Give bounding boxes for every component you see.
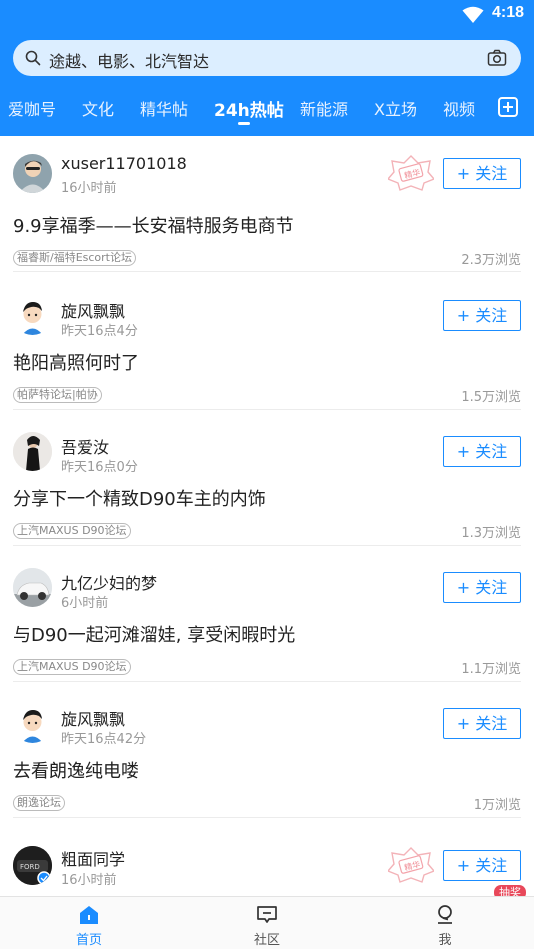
post-time: 16小时前 <box>61 873 117 888</box>
forum-tag[interactable]: 帕萨特论坛|帕协 <box>13 387 102 403</box>
avatar[interactable] <box>13 296 52 335</box>
post-item[interactable]: xuser11701018 16小时前 精华 + 关注 9.9享福季——长安福特… <box>0 136 534 272</box>
post-item[interactable]: 吾爱汝 昨天16点0分 + 关注 分享下一个精致D90车主的内饰 上汽MAXUS… <box>0 418 534 554</box>
username[interactable]: 旋风飘飘 <box>61 706 125 730</box>
avatar[interactable] <box>13 704 52 743</box>
nav-me[interactable]: 我 <box>356 897 534 949</box>
post-item[interactable]: FORD 粗面同学 16小时前 精华 + 关注 <box>0 826 534 896</box>
stamp-label: 精华 <box>403 859 421 873</box>
divider <box>13 545 521 546</box>
avatar[interactable]: FORD <box>13 846 52 885</box>
divider <box>13 409 521 410</box>
divider <box>13 681 521 682</box>
post-time: 16小时前 <box>61 181 117 196</box>
follow-button[interactable]: + 关注 <box>443 300 521 331</box>
tab-new-energy[interactable]: 新能源 <box>300 96 348 120</box>
featured-stamp-icon: 精华 <box>388 155 434 191</box>
post-time: 昨天16点42分 <box>61 732 147 747</box>
category-tabs: 爱咖号 文化 精华帖 24h热帖 新能源 X立场 视频 <box>0 86 534 130</box>
tab-aikahao[interactable]: 爱咖号 <box>8 96 56 120</box>
view-count: 1万浏览 <box>473 798 521 813</box>
forum-tag[interactable]: 上汽MAXUS D90论坛 <box>13 523 131 539</box>
forum-tag[interactable]: 朗逸论坛 <box>13 795 65 811</box>
nav-me-label: 我 <box>438 933 452 948</box>
post-title[interactable]: 去看朗逸纯电喽 <box>13 757 139 783</box>
post-item[interactable]: 旋风飘飘 昨天16点42分 + 关注 去看朗逸纯电喽 朗逸论坛 1万浏览 <box>0 690 534 826</box>
post-feed[interactable]: xuser11701018 16小时前 精华 + 关注 9.9享福季——长安福特… <box>0 136 534 896</box>
community-icon <box>257 906 277 923</box>
follow-button[interactable]: + 关注 <box>443 572 521 603</box>
tab-featured[interactable]: 精华帖 <box>140 96 188 120</box>
camera-icon[interactable] <box>487 49 507 67</box>
avatar[interactable] <box>13 568 52 607</box>
username[interactable]: 粗面同学 <box>61 846 125 870</box>
status-time: 4:18 <box>491 4 524 21</box>
forum-tag[interactable]: 福睿斯/福特Escort论坛 <box>13 250 136 266</box>
tab-culture[interactable]: 文化 <box>82 96 114 120</box>
view-count: 1.5万浏览 <box>461 390 521 405</box>
username[interactable]: xuser11701018 <box>61 154 187 173</box>
search-bar[interactable]: 途越、电影、北汽智达 <box>13 40 521 76</box>
svg-text:FORD: FORD <box>20 863 40 871</box>
post-time: 昨天16点4分 <box>61 324 138 339</box>
divider <box>13 817 521 818</box>
post-time: 昨天16点0分 <box>61 460 138 475</box>
post-item[interactable]: 旋风飘飘 昨天16点4分 + 关注 艳阳高照何时了 帕萨特论坛|帕协 1.5万浏… <box>0 282 534 418</box>
home-icon <box>80 906 98 924</box>
view-count: 1.3万浏览 <box>461 526 521 541</box>
featured-stamp-icon: 精华 <box>388 847 434 883</box>
search-icon <box>25 50 41 66</box>
view-count: 1.1万浏览 <box>461 662 521 677</box>
avatar[interactable] <box>13 154 52 193</box>
tab-24h-hot[interactable]: 24h热帖 <box>214 96 284 121</box>
avatar[interactable] <box>13 432 52 471</box>
bottom-navigation: 首页 社区 我 <box>0 896 534 949</box>
status-bar: 4:18 <box>0 0 534 30</box>
app-header: 4:18 途越、电影、北汽智达 爱咖号 文化 精华帖 24h热帖 新能源 X立场… <box>0 0 534 136</box>
add-tab-icon[interactable] <box>498 97 518 117</box>
follow-button[interactable]: + 关注 <box>443 850 521 881</box>
divider <box>13 271 521 272</box>
search-placeholder: 途越、电影、北汽智达 <box>49 52 210 71</box>
nav-community[interactable]: 社区 <box>178 897 356 949</box>
nav-community-label: 社区 <box>253 933 280 948</box>
tab-video[interactable]: 视频 <box>443 96 475 120</box>
follow-button[interactable]: + 关注 <box>443 708 521 739</box>
forum-tag[interactable]: 上汽MAXUS D90论坛 <box>13 659 131 675</box>
active-tab-indicator <box>238 122 250 125</box>
tab-x-stance[interactable]: X立场 <box>374 96 417 120</box>
nav-home[interactable]: 首页 <box>0 897 178 949</box>
view-count: 2.3万浏览 <box>461 253 521 268</box>
follow-button[interactable]: + 关注 <box>443 158 521 189</box>
post-title[interactable]: 分享下一个精致D90车主的内饰 <box>13 485 266 511</box>
username[interactable]: 吾爱汝 <box>61 434 109 458</box>
follow-button[interactable]: + 关注 <box>443 436 521 467</box>
post-title[interactable]: 艳阳高照何时了 <box>13 349 139 375</box>
post-title[interactable]: 与D90一起河滩溜娃, 享受闲暇时光 <box>13 621 295 647</box>
post-time: 6小时前 <box>61 596 109 611</box>
stamp-label: 精华 <box>403 167 421 181</box>
post-title[interactable]: 9.9享福季——长安福特服务电商节 <box>13 212 294 238</box>
wifi-icon <box>462 6 484 23</box>
username[interactable]: 旋风飘飘 <box>61 298 125 322</box>
nav-home-label: 首页 <box>75 933 102 948</box>
post-item[interactable]: 九亿少妇的梦 6小时前 + 关注 与D90一起河滩溜娃, 享受闲暇时光 上汽MA… <box>0 554 534 690</box>
profile-icon <box>438 905 452 924</box>
username[interactable]: 九亿少妇的梦 <box>61 570 157 594</box>
